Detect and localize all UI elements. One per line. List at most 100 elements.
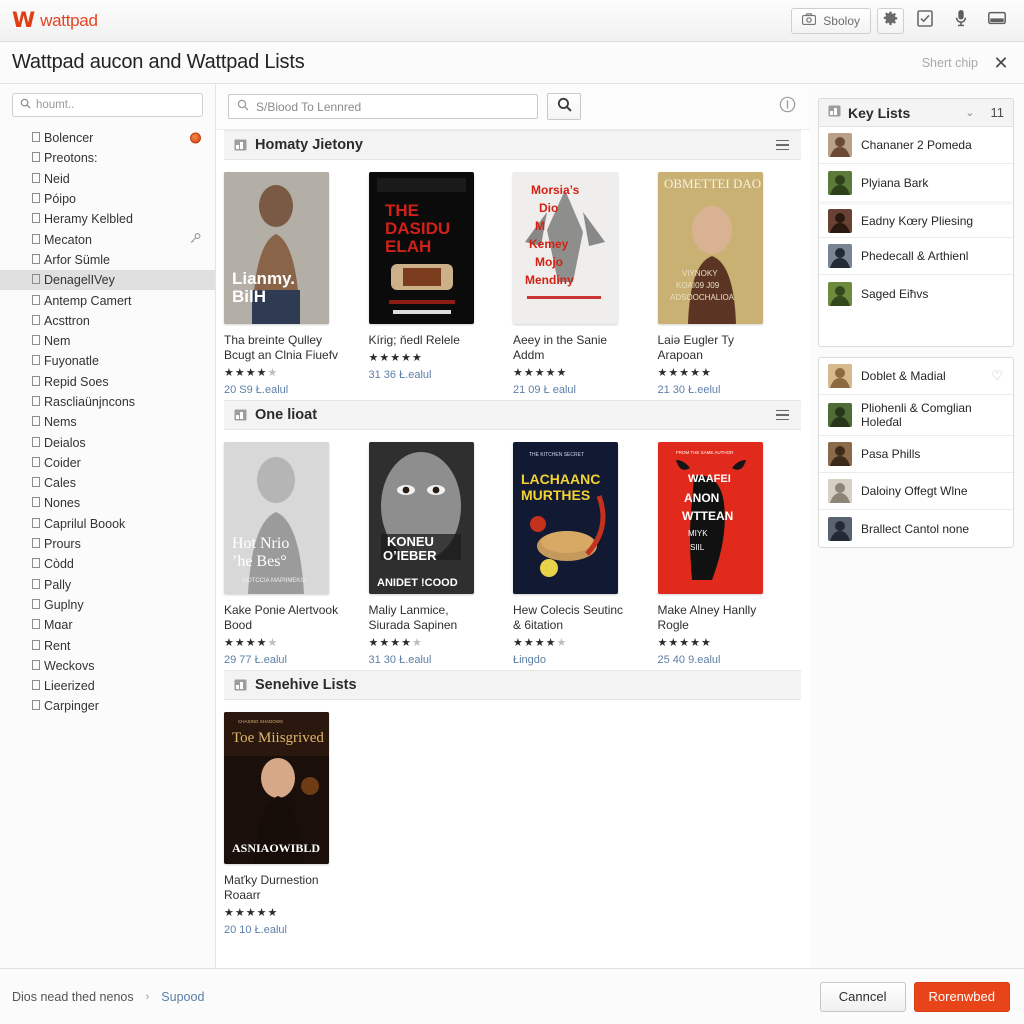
sidebar-item-24[interactable]: Mɑar [0,615,215,635]
sidebar-item-1[interactable]: Preotons: [0,148,215,168]
list-item-label: Brallect Cantol none [861,521,970,536]
sidebar-item-label: Carpinger [44,699,99,714]
book-meta[interactable]: 20 10 Ł.ealul [224,924,371,936]
book-card[interactable]: KONEU O’IEBER ANIDET !COOD Maliy Lanmice, S… [368,442,514,666]
book-meta[interactable]: Łingdo [513,654,658,666]
book-card[interactable]: Lianmy. BilH Thа breinte Qulley Bcugt an C… [224,172,369,396]
sidebar-item-17[interactable]: Cales [0,473,215,493]
document-icon [32,496,40,510]
sidebar-item-13[interactable]: Rascliaünjncons [0,392,215,412]
key-lists-header[interactable]: Key Lists ⌄ 11 [819,99,1013,127]
sidebar-item-26[interactable]: Weckovs [0,656,215,676]
sidebar-item-label: Arfor Sümle [44,252,110,267]
book-cover[interactable]: KONEU O’IEBER ANIDET !COOD [368,442,474,594]
book-card[interactable]: Morsia’s Dio M Kemey Mojo Mendiny Aeey in the … [513,172,658,396]
list-item[interactable]: Phedecall & Arthienl [819,238,1013,275]
book-meta[interactable]: 21 30 Ł.eelul [658,384,803,396]
sidebar-item-19[interactable]: Caprilul Boook [0,514,215,534]
book-cover[interactable]: THE KITCHEN SECRET LACHAANC MURTHES [513,442,618,594]
list-item[interactable]: Saged Eiħvs [819,275,1013,312]
book-card[interactable]: OBMETTEI DAO VIYNOKY KOAI09 J09 ADSOOCHALIO… [657,172,803,396]
sidebar-item-16[interactable]: Coider [0,453,215,473]
svg-text:CHASING SHADOWS: CHASING SHADOWS [238,719,283,724]
list-item[interactable]: Pasa Phills [819,436,1013,473]
document-icon [32,578,40,592]
search-input[interactable]: S/Biood To Lennred [228,94,538,119]
book-meta[interactable]: 29 77 Ł.ealul [224,654,369,666]
book-cover[interactable]: OBMETTEI DAO VIYNOKY KOAI09 J09 ADSOOCHALIO… [657,172,763,324]
results-scroll-area[interactable]: Homaty Jietony Lianmy. BilH Thа breinte Qul… [216,130,810,968]
list-item[interactable]: Chananer 2 Pomeda [819,127,1013,164]
book-meta[interactable]: 31 30 Ł.ealul [369,654,514,666]
cancel-button[interactable]: Canncel [819,981,906,1012]
sidebar-item-label: Neid [44,171,70,186]
book-cover[interactable]: Morsia’s Dio M Kemey Mojo Mendiny [513,172,618,324]
sidebar-item-9[interactable]: Acsttron [0,311,215,331]
book-cover[interactable]: Lianmy. BilH [224,172,329,324]
breadcrumb-link[interactable]: Supood [161,990,204,1004]
sidebar-item-8[interactable]: Antemp Camert [0,290,215,310]
sidebar-item-27[interactable]: Lieerized [0,676,215,696]
sidebar-item-14[interactable]: Nems [0,412,215,432]
search-icon [557,97,572,117]
sboloy-button[interactable]: Sboloy [791,7,871,34]
sidebar-search-input[interactable]: houmt.. [12,93,203,117]
book-card[interactable]: FROM THE SAME AUTHOR WAAFEI ANON WTTEAN MIYK… [657,442,803,666]
sidebar-item-22[interactable]: Pally [0,575,215,595]
book-meta[interactable]: 21 09 Ł ealul [513,384,658,396]
card-button[interactable] [982,8,1012,34]
wattpad-logo[interactable]: W wattpad [12,10,98,31]
sidebar-item-5[interactable]: Mecaton [0,229,215,249]
book-card[interactable]: THE KITCHEN SECRET LACHAANC MURTHES Hew Col… [513,442,658,666]
book-card[interactable]: Hot Nrio’he Bes° MOTCCIA MAPIIMEKIS Kake P… [224,442,369,666]
close-icon[interactable]: ✕ [992,54,1010,72]
sidebar-search-placeholder: houmt.. [36,99,75,111]
sidebar-item-4[interactable]: Heramy Kelbled [0,209,215,229]
search-submit-button[interactable] [547,93,581,120]
sidebar-item-20[interactable]: Prours [0,534,215,554]
book-meta[interactable]: 20 S9 Ł.ealul [224,384,369,396]
book-meta[interactable]: 25 40 9.ealul [658,654,803,666]
sidebar-item-10[interactable]: Nem [0,331,215,351]
avatar [828,244,852,268]
book-cover[interactable]: CHASING SHADOWS Toe Miisgrived ASNIAOWIBLD [224,712,329,864]
sidebar-item-21[interactable]: Còdd [0,554,215,574]
mic-button[interactable] [946,8,976,34]
sidebar-item-label: Còdd [44,557,74,572]
book-cover[interactable]: FROM THE SAME AUTHOR WAAFEI ANON WTTEAN MIYK… [657,442,763,594]
sidebar-item-6[interactable]: Arfor Sümle [0,250,215,270]
settings-button[interactable] [877,7,904,34]
sidebar-item-0[interactable]: Bolencer [0,128,215,148]
list-item[interactable]: Plyiana Bark [819,164,1013,201]
list-item[interactable]: Daloiny Offegt Wlne [819,473,1013,510]
chevron-down-icon[interactable]: ⌄ [965,106,974,119]
list-item[interactable]: Pliohenli & Comglian Holeɗal [819,395,1013,436]
sidebar-item-18[interactable]: Nones [0,493,215,513]
primary-action-button[interactable]: Rorenwbed [913,981,1010,1012]
sidebar-item-23[interactable]: Guplny [0,595,215,615]
checkbox-button[interactable] [910,8,940,34]
heart-icon[interactable]: ♡ [991,368,1003,384]
list-item[interactable]: Brallect Cantol none [819,510,1013,547]
sidebar-item-3[interactable]: Póipo [0,189,215,209]
info-icon[interactable] [779,96,796,118]
book-card[interactable]: CHASING SHADOWS Toe Miisgrived ASNIAOWIBLD… [224,712,371,936]
hamburger-icon[interactable] [776,409,789,421]
sidebar-item-15[interactable]: Deialos [0,432,215,452]
wattpad-wordmark: wattpad [40,10,98,30]
sidebar-item-25[interactable]: Rent [0,635,215,655]
list-item[interactable]: Eadny Kœry Pliesing [819,201,1013,238]
book-meta[interactable]: 31 36 Ł.ealul [369,369,514,381]
hamburger-icon[interactable] [776,139,789,151]
search-bar: S/Biood To Lennred [216,84,810,130]
book-cover[interactable]: THE DASIDU ELAH [368,172,474,324]
list-item[interactable]: Doblet & Madial ♡ [819,358,1013,395]
book-cover[interactable]: Hot Nrio’he Bes° MOTCCIA MAPIIMEKIS [224,442,329,594]
sidebar-item-12[interactable]: Repid Soes [0,372,215,392]
section-header-0: Homaty Jietony [224,130,801,160]
sidebar-item-7[interactable]: DenagelIVey [0,270,215,291]
sidebar-item-11[interactable]: Fuyonatle [0,351,215,371]
sidebar-item-2[interactable]: Neid [0,169,215,189]
book-card[interactable]: THE DASIDU ELAH Kírig; ňedl Relele ★★★★★ 31 3… [368,172,514,396]
sidebar-item-28[interactable]: Carpinger [0,696,215,716]
